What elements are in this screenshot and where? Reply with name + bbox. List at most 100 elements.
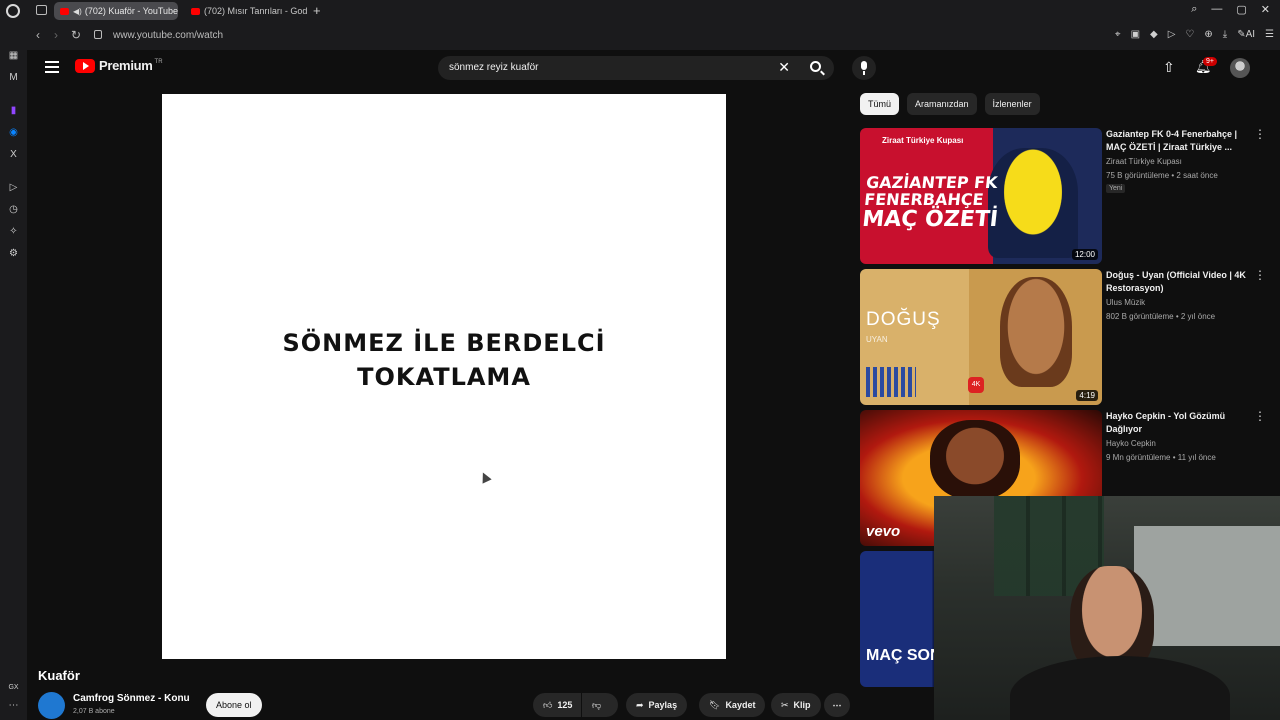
more-actions-button[interactable]: ⋯ xyxy=(824,693,850,717)
pin-icon[interactable]: ⌖ xyxy=(1115,29,1121,40)
speaker-icon[interactable]: ◀) xyxy=(73,7,82,16)
share-icon: ➦ xyxy=(636,700,644,710)
streamer-body-graphic xyxy=(1010,656,1230,720)
ai-icon[interactable]: ✎AI xyxy=(1237,29,1255,40)
forward-icon[interactable]: › xyxy=(54,28,58,42)
like-button[interactable]: 👍︎ 125 xyxy=(533,693,581,717)
clear-search-icon[interactable]: ✕ xyxy=(778,59,790,76)
thumb-text-line: GAZİANTEP FK xyxy=(865,173,999,192)
thumbs-down-icon: 👎︎ xyxy=(592,700,602,710)
chip-all[interactable]: Tümü xyxy=(860,93,900,115)
share-button[interactable]: ➦ Paylaş xyxy=(626,693,688,717)
player-icon[interactable]: ▷ xyxy=(1168,29,1176,40)
browser-tab-active[interactable]: ◀) (702) Kuaför - YouTube xyxy=(54,2,178,20)
more-actions-icon[interactable]: ⋮ xyxy=(1254,410,1266,422)
thumb-text: DOĞUŞ xyxy=(866,309,941,330)
youtube-logo[interactable]: Premium TR xyxy=(75,58,163,73)
bookmark-icon: 🔖︎ xyxy=(709,700,721,710)
wallet-icon[interactable]: ⊕ xyxy=(1204,29,1212,40)
video-title[interactable]: Gaziantep FK 0-4 Fenerbahçe | MAÇ ÖZETİ … xyxy=(1106,128,1256,154)
tab-overview-icon[interactable] xyxy=(36,5,47,15)
search-icon xyxy=(810,61,821,72)
player-icon[interactable]: ▷ xyxy=(7,181,20,194)
video-caption-line1: SÖNMEZ İLE BERDELCİ xyxy=(282,329,606,357)
video-caption-line2: TOKATLAMA xyxy=(357,363,531,391)
clip-button[interactable]: ✂ Klip xyxy=(771,693,821,717)
chip-watched[interactable]: İzlenenler xyxy=(984,93,1040,115)
lock-icon xyxy=(94,30,102,39)
thumb-text: MAÇ SON xyxy=(866,647,942,664)
heart-icon[interactable]: ♡ xyxy=(1185,29,1194,40)
chip-from-search[interactable]: Aramanızdan xyxy=(907,93,977,115)
browser-sidebar: ▦ M ▮ ◉ X ▷ ◷ ✧ ⚙ GX ⋯ xyxy=(0,44,27,720)
thumb-text-line: MAÇ ÖZETİ xyxy=(860,207,1000,232)
snapshot-icon[interactable]: ▣ xyxy=(1131,29,1140,40)
thumb-subtext: UYAN xyxy=(866,335,888,344)
menu-icon[interactable]: ☰ xyxy=(1265,29,1274,40)
recommendation-filters: Tümü Aramanızdan İzlenenler xyxy=(860,93,1040,115)
address-bar: ‹ › ↻ www.youtube.com/watch ⌖ ▣ ◆ ▷ ♡ ⊕ … xyxy=(0,22,1280,50)
voice-search-icon[interactable] xyxy=(852,56,876,80)
workspaces-icon[interactable]: ▦ xyxy=(7,49,20,62)
reload-icon[interactable]: ↻ xyxy=(71,28,81,42)
thumbs-up-icon: 👍︎ xyxy=(543,700,553,710)
extensions-icon[interactable]: ✧ xyxy=(7,225,20,238)
minimize-icon[interactable]: — xyxy=(1211,3,1222,16)
like-count: 125 xyxy=(557,700,573,710)
window-controls: ⌕ — ▢ ✕ xyxy=(1191,3,1270,16)
bars-graphic xyxy=(866,367,916,397)
players-graphic xyxy=(988,148,1078,258)
new-tab-icon[interactable]: + xyxy=(313,3,321,18)
opera-logo-icon[interactable] xyxy=(6,4,20,18)
more-actions-icon[interactable]: ⋮ xyxy=(1254,128,1266,140)
account-avatar[interactable] xyxy=(1230,58,1250,78)
channel-name[interactable]: Camfrog Sönmez - Konu xyxy=(73,693,190,704)
search-input[interactable]: sönmez reyiz kuaför ✕ xyxy=(438,56,798,80)
mouse-cursor-icon xyxy=(478,470,492,484)
more-icon[interactable]: ⋯ xyxy=(7,699,20,712)
search-query: sönmez reyiz kuaför xyxy=(449,62,539,73)
messenger-icon[interactable]: ◉ xyxy=(7,126,20,139)
video-duration: 12:00 xyxy=(1071,249,1098,260)
create-icon[interactable]: ⇧ xyxy=(1163,59,1175,76)
shield-icon[interactable]: ◆ xyxy=(1150,29,1158,40)
browser-tab[interactable]: (702) Mısır Tanrıları - Godoc xyxy=(185,2,307,20)
gmail-icon[interactable]: M xyxy=(7,71,20,84)
more-actions-icon[interactable]: ⋮ xyxy=(1254,269,1266,281)
video-meta: 802 B görüntüleme • 2 yıl önce xyxy=(1106,312,1216,321)
singer-graphic xyxy=(1000,277,1072,387)
video-title[interactable]: Hayko Cepkin - Yol Gözümü Dağlıyor xyxy=(1106,410,1256,436)
search-button[interactable] xyxy=(798,56,834,80)
youtube-favicon-icon xyxy=(60,7,69,15)
back-icon[interactable]: ‹ xyxy=(36,28,40,42)
dislike-button[interactable]: 👎︎ xyxy=(582,693,618,717)
video-title[interactable]: Doğuş - Uyan (Official Video | 4K Restor… xyxy=(1106,269,1256,295)
save-button[interactable]: 🔖︎ Kaydet xyxy=(699,693,766,717)
channel-name[interactable]: Ziraat Türkiye Kupası xyxy=(1106,157,1182,166)
guide-menu-icon[interactable] xyxy=(45,61,59,73)
extension-icons: ⌖ ▣ ◆ ▷ ♡ ⊕ ⤓ ✎AI ☰ xyxy=(1115,29,1274,40)
video-player[interactable]: SÖNMEZ İLE BERDELCİ TOKATLAMA xyxy=(162,94,726,659)
history-icon[interactable]: ◷ xyxy=(7,203,20,216)
url-field[interactable]: www.youtube.com/watch xyxy=(113,30,223,41)
thumb-brand: Ziraat Türkiye Kupası xyxy=(882,136,964,145)
recommendation-item[interactable]: Ziraat Türkiye Kupası GAZİANTEP FK FENER… xyxy=(860,128,1270,264)
channel-avatar[interactable] xyxy=(38,692,65,719)
settings-icon[interactable]: ⚙ xyxy=(7,247,20,260)
vevo-logo: vevo xyxy=(866,523,901,540)
tab-title: (702) Mısır Tanrıları - Godoc xyxy=(204,6,307,16)
channel-name[interactable]: Hayko Cepkin xyxy=(1106,439,1156,448)
maximize-icon[interactable]: ▢ xyxy=(1236,3,1246,16)
recommendation-item[interactable]: DOĞUŞ UYAN 4K 4:19 Doğuş - Uyan (Officia… xyxy=(860,269,1270,405)
subscribe-button[interactable]: Abone ol xyxy=(206,693,262,717)
x-icon[interactable]: X xyxy=(7,148,20,161)
download-icon[interactable]: ⤓ xyxy=(1223,29,1227,40)
youtube-favicon-icon xyxy=(191,7,200,15)
webcam-overlay xyxy=(934,496,1280,720)
twitch-icon[interactable]: ▮ xyxy=(7,104,20,117)
channel-name[interactable]: Ulus Müzik xyxy=(1106,298,1145,307)
video-thumbnail[interactable]: DOĞUŞ UYAN 4K 4:19 xyxy=(860,269,1102,405)
video-thumbnail[interactable]: Ziraat Türkiye Kupası GAZİANTEP FK FENER… xyxy=(860,128,1102,264)
search-tabs-icon[interactable]: ⌕ xyxy=(1191,3,1197,16)
close-icon[interactable]: ✕ xyxy=(1261,3,1270,16)
